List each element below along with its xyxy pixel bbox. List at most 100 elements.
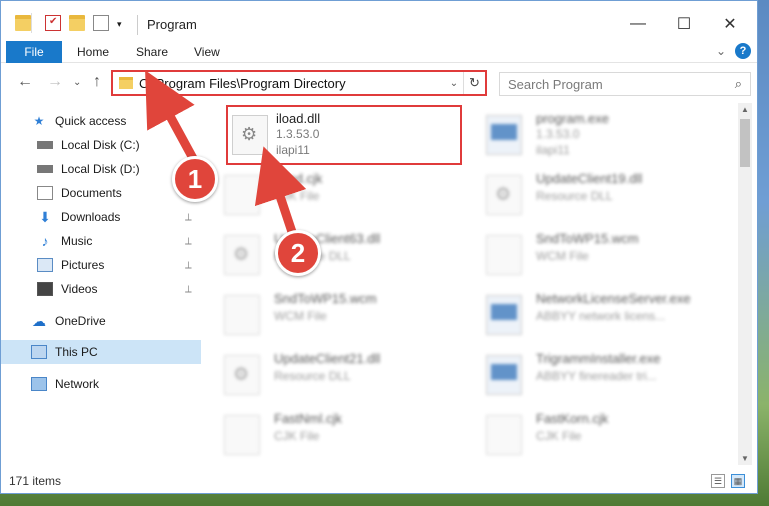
- customize-toolbar-chevron-icon[interactable]: ▾: [117, 19, 133, 35]
- file-type: WCM File: [536, 249, 589, 263]
- forward-button[interactable]: →: [47, 73, 63, 91]
- pin-icon[interactable]: ⟂: [185, 284, 192, 295]
- callout-badge-1: 1: [172, 156, 218, 202]
- callout-badge-2: 2: [275, 230, 321, 276]
- details-view-icon[interactable]: ☰: [711, 474, 725, 488]
- file-item[interactable]: rload.cjk CJK File: [206, 165, 446, 221]
- drive-icon: [37, 141, 53, 149]
- file-item[interactable]: program.exe 1.3.53.0 ilapi11: [468, 105, 708, 161]
- sidebar-item-documents[interactable]: Documents: [1, 181, 201, 205]
- file-icon: [224, 175, 260, 215]
- file-item[interactable]: UpdateClient21.dll Resource DLL: [206, 345, 446, 401]
- file-description: ABBYY network licens...: [536, 309, 666, 323]
- help-icon[interactable]: ?: [735, 43, 751, 59]
- navigation-pane: ★ Quick access Local Disk (C:) ⟂ Local D…: [1, 103, 201, 465]
- search-placeholder: Search Program: [508, 76, 603, 92]
- file-name: program.exe: [536, 111, 609, 126]
- dll-file-icon: [224, 355, 260, 395]
- file-item[interactable]: SndToWP15.wcm WCM File: [206, 285, 446, 341]
- sidebar-item-label: Local Disk (C:): [61, 138, 140, 152]
- file-version: 1.3.53.0: [536, 127, 580, 141]
- scroll-up-icon[interactable]: ▲: [738, 105, 752, 114]
- item-count: 171 items: [9, 474, 62, 488]
- file-item[interactable]: FastNml.cjk CJK File: [206, 405, 446, 461]
- file-list: iload.dll 1.3.53.0 ilapi11 program.exe 1…: [206, 103, 736, 465]
- sidebar-item-label: Network: [55, 377, 100, 391]
- sidebar-item-quick-access[interactable]: ★ Quick access: [1, 109, 201, 133]
- view-options-icon[interactable]: [93, 15, 109, 31]
- close-button[interactable]: ✕: [715, 11, 745, 37]
- pin-icon[interactable]: ⟂: [185, 140, 192, 151]
- scrollbar-thumb[interactable]: [740, 119, 750, 167]
- pin-icon[interactable]: ⟂: [185, 212, 192, 223]
- file-type: CJK File: [536, 429, 582, 443]
- minimize-button[interactable]: —: [623, 11, 653, 37]
- sidebar-item-downloads[interactable]: ⬇ Downloads ⟂: [1, 205, 201, 229]
- documents-icon: [37, 186, 53, 200]
- scroll-down-icon[interactable]: ▼: [738, 454, 752, 463]
- address-history-chevron-icon[interactable]: ⌄: [445, 78, 463, 89]
- navigation-row: ← → ⌄ ↑ C:\Program Files\Program Directo…: [1, 63, 757, 101]
- file-item[interactable]: SndToWP15.wcm WCM File: [468, 225, 708, 281]
- file-item[interactable]: NetworkLicenseServer.exe ABBYY network l…: [468, 285, 708, 341]
- file-name: TrigrammInstaller.exe: [536, 351, 661, 366]
- file-name: UpdateClient19.dll: [536, 171, 643, 186]
- dll-file-icon: [486, 175, 522, 215]
- sidebar-item-this-pc[interactable]: This PC: [1, 340, 201, 364]
- drive-icon: [37, 165, 53, 173]
- tab-file[interactable]: File: [6, 41, 62, 63]
- sidebar-item-pictures[interactable]: Pictures ⟂: [1, 253, 201, 277]
- file-name: NetworkLicenseServer.exe: [536, 291, 691, 306]
- exe-file-icon: [486, 295, 522, 335]
- sidebar-item-label: Local Disk (D:): [61, 162, 140, 176]
- expand-ribbon-icon[interactable]: ⌄: [713, 43, 729, 59]
- folder-icon: [15, 15, 31, 31]
- exe-file-icon: [486, 355, 522, 395]
- sidebar-item-onedrive[interactable]: ☁ OneDrive: [1, 309, 201, 333]
- network-icon: [31, 377, 47, 391]
- exe-file-icon: [486, 115, 522, 155]
- file-icon: [224, 415, 260, 455]
- sidebar-item-local-disk-d[interactable]: Local Disk (D:): [1, 157, 201, 181]
- tiles-view-icon[interactable]: ▦: [731, 474, 745, 488]
- search-input[interactable]: Search Program ⌕: [499, 72, 751, 96]
- file-description: ABBYY finereader tri...: [536, 369, 657, 383]
- title-bar: ✔ ▾ Program — ☐ ✕: [1, 1, 757, 41]
- computer-icon: [31, 345, 47, 359]
- new-folder-icon[interactable]: [69, 15, 85, 31]
- sidebar-item-local-disk-c[interactable]: Local Disk (C:) ⟂: [1, 133, 201, 157]
- highlight-box: [226, 105, 462, 165]
- address-path[interactable]: C:\Program Files\Program Directory: [139, 76, 445, 91]
- explorer-window: ✔ ▾ Program — ☐ ✕ File Home Share View ⌄…: [0, 0, 758, 494]
- pin-icon[interactable]: ⟂: [185, 236, 192, 247]
- file-item[interactable]: TrigrammInstaller.exe ABBYY finereader t…: [468, 345, 708, 401]
- file-name: FastKorn.cjk: [536, 411, 609, 426]
- sidebar-item-label: Quick access: [55, 114, 127, 128]
- properties-icon[interactable]: ✔: [45, 15, 61, 31]
- file-item[interactable]: UpdateClient19.dll Resource DLL: [468, 165, 708, 221]
- file-item[interactable]: UpdateClient63.dll Resource DLL: [206, 225, 446, 281]
- videos-icon: [37, 282, 53, 296]
- sidebar-item-music[interactable]: ♪ Music ⟂: [1, 229, 201, 253]
- file-type: Resource DLL: [536, 189, 613, 203]
- sidebar-item-videos[interactable]: Videos ⟂: [1, 277, 201, 301]
- back-button[interactable]: ←: [17, 73, 33, 91]
- refresh-icon[interactable]: ↻: [463, 72, 485, 94]
- vertical-scrollbar[interactable]: ▲ ▼: [738, 103, 752, 465]
- recent-locations-chevron-icon[interactable]: ⌄: [73, 77, 81, 88]
- file-name: SndToWP15.wcm: [536, 231, 639, 246]
- file-type: Resource DLL: [274, 369, 351, 383]
- file-item[interactable]: FastKorn.cjk CJK File: [468, 405, 708, 461]
- tab-view[interactable]: View: [194, 45, 220, 59]
- ribbon: File Home Share View ⌄ ?: [1, 41, 757, 63]
- sidebar-item-label: Pictures: [61, 258, 105, 272]
- up-button[interactable]: ↑: [93, 73, 101, 91]
- sidebar-item-label: OneDrive: [55, 314, 106, 328]
- address-bar[interactable]: C:\Program Files\Program Directory ⌄ ↻: [111, 70, 487, 96]
- pin-icon[interactable]: ⟂: [185, 260, 192, 271]
- file-type: WCM File: [274, 309, 327, 323]
- tab-share[interactable]: Share: [136, 45, 168, 59]
- tab-home[interactable]: Home: [77, 45, 109, 59]
- maximize-button[interactable]: ☐: [669, 11, 699, 37]
- sidebar-item-network[interactable]: Network: [1, 372, 201, 396]
